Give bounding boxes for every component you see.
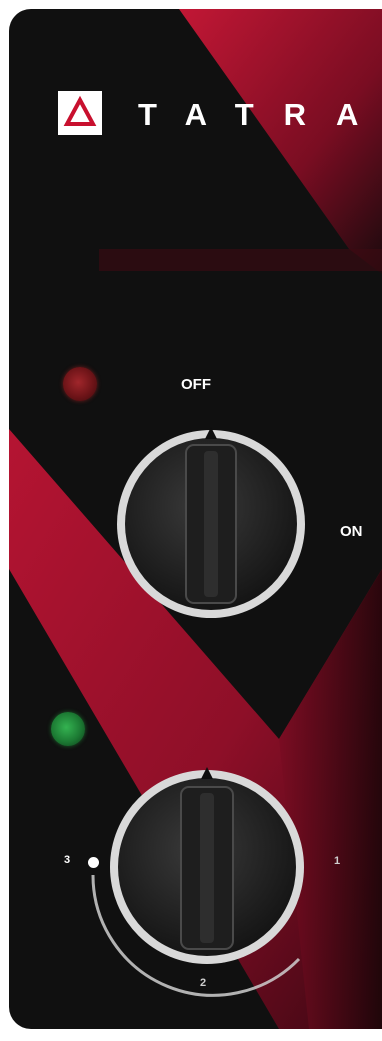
selector-arc bbox=[91, 874, 301, 997]
position-2-label: 2 bbox=[200, 977, 207, 989]
position-dot bbox=[88, 857, 99, 868]
position-3-label: 3 bbox=[64, 854, 71, 866]
control-panel: TATRA OFF ON 3 1 2 bbox=[9, 9, 382, 1029]
position-1-label: 1 bbox=[334, 855, 341, 867]
